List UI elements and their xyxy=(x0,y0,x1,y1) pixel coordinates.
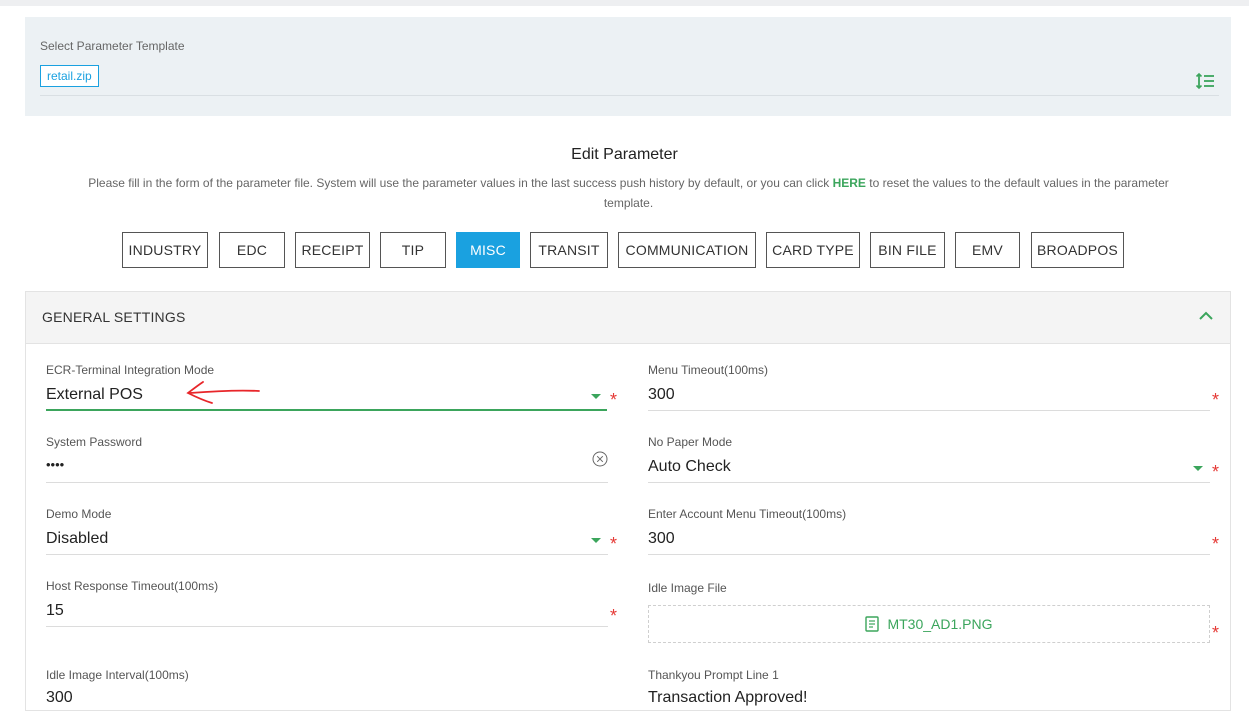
tab-transit[interactable]: TRANSIT xyxy=(530,232,608,268)
tab-tip[interactable]: TIP xyxy=(380,232,446,268)
thankyou-prompt-line1-input[interactable]: Transaction Approved! xyxy=(648,689,808,707)
upload-content: MT30_AD1.PNG xyxy=(649,616,1209,632)
chevron-down-icon[interactable] xyxy=(591,538,601,543)
template-chip[interactable]: retail.zip xyxy=(40,65,99,87)
general-settings-card xyxy=(25,291,1231,711)
host-response-timeout-underline xyxy=(46,626,608,627)
chevron-down-icon[interactable] xyxy=(591,394,601,399)
clear-circle-icon[interactable] xyxy=(592,451,608,467)
page-description: Please fill in the form of the parameter… xyxy=(80,173,1177,213)
reset-here-link[interactable]: HERE xyxy=(833,176,866,190)
tab-misc[interactable]: MISC xyxy=(456,232,520,268)
system-password-underline xyxy=(46,482,608,483)
file-icon xyxy=(865,616,880,632)
system-password-input[interactable]: •••• xyxy=(46,457,64,472)
tab-communication[interactable]: COMMUNICATION xyxy=(618,232,756,268)
host-response-timeout-input[interactable]: 15 xyxy=(46,602,64,620)
tab-receipt[interactable]: RECEIPT xyxy=(295,232,370,268)
tab-industry[interactable]: INDUSTRY xyxy=(122,232,208,268)
ecr-mode-select[interactable]: External POS xyxy=(46,386,143,404)
tab-emv[interactable]: EMV xyxy=(955,232,1020,268)
chevron-up-icon[interactable] xyxy=(1198,308,1214,324)
chevron-down-icon[interactable] xyxy=(1193,466,1203,471)
template-panel: Select Parameter Template retail.zip xyxy=(25,17,1231,116)
ecr-mode-label: ECR-Terminal Integration Mode xyxy=(46,363,215,377)
template-underline xyxy=(40,95,1219,96)
required-asterisk: * xyxy=(610,390,618,410)
tab-card-type[interactable]: CARD TYPE xyxy=(766,232,860,268)
host-response-timeout-label: Host Response Timeout(100ms) xyxy=(46,579,219,593)
section-title: GENERAL SETTINGS xyxy=(42,309,186,325)
tab-broadpos[interactable]: BROADPOS xyxy=(1031,232,1124,268)
required-asterisk: * xyxy=(1212,623,1220,643)
enter-account-timeout-input[interactable]: 300 xyxy=(648,530,675,548)
thankyou-prompt-line1-label: Thankyou Prompt Line 1 xyxy=(648,668,779,682)
menu-timeout-input[interactable]: 300 xyxy=(648,386,675,404)
idle-image-upload[interactable]: MT30_AD1.PNG xyxy=(648,605,1210,643)
menu-timeout-label: Menu Timeout(100ms) xyxy=(648,363,769,377)
system-password-label: System Password xyxy=(46,435,143,449)
required-asterisk: * xyxy=(1212,390,1220,410)
demo-mode-underline xyxy=(46,554,608,555)
top-bar xyxy=(0,0,1249,6)
idle-image-filename: MT30_AD1.PNG xyxy=(887,616,993,632)
idle-image-file-label: Idle Image File xyxy=(648,581,727,595)
tab-edc[interactable]: EDC xyxy=(219,232,285,268)
template-label: Select Parameter Template xyxy=(40,39,185,53)
idle-image-interval-label: Idle Image Interval(100ms) xyxy=(46,668,189,682)
required-asterisk: * xyxy=(1212,462,1220,482)
description-text: Please fill in the form of the parameter… xyxy=(88,176,833,190)
page-title: Edit Parameter xyxy=(571,146,678,163)
no-paper-mode-underline xyxy=(648,482,1210,483)
idle-image-interval-input[interactable]: 300 xyxy=(46,689,73,707)
required-asterisk: * xyxy=(610,534,618,554)
menu-timeout-underline xyxy=(648,410,1210,411)
demo-mode-label: Demo Mode xyxy=(46,507,112,521)
no-paper-mode-select[interactable]: Auto Check xyxy=(648,458,731,476)
general-settings-header[interactable]: GENERAL SETTINGS xyxy=(26,292,1230,344)
tab-bin-file[interactable]: BIN FILE xyxy=(870,232,945,268)
enter-account-timeout-label: Enter Account Menu Timeout(100ms) xyxy=(648,507,847,521)
required-asterisk: * xyxy=(1212,534,1220,554)
enter-account-timeout-underline xyxy=(648,554,1210,555)
required-asterisk: * xyxy=(610,606,618,626)
arrow-annotation-icon xyxy=(186,381,260,404)
sort-list-icon[interactable] xyxy=(1195,71,1215,91)
no-paper-mode-label: No Paper Mode xyxy=(648,435,733,449)
demo-mode-select[interactable]: Disabled xyxy=(46,530,108,548)
ecr-mode-underline xyxy=(46,409,607,411)
